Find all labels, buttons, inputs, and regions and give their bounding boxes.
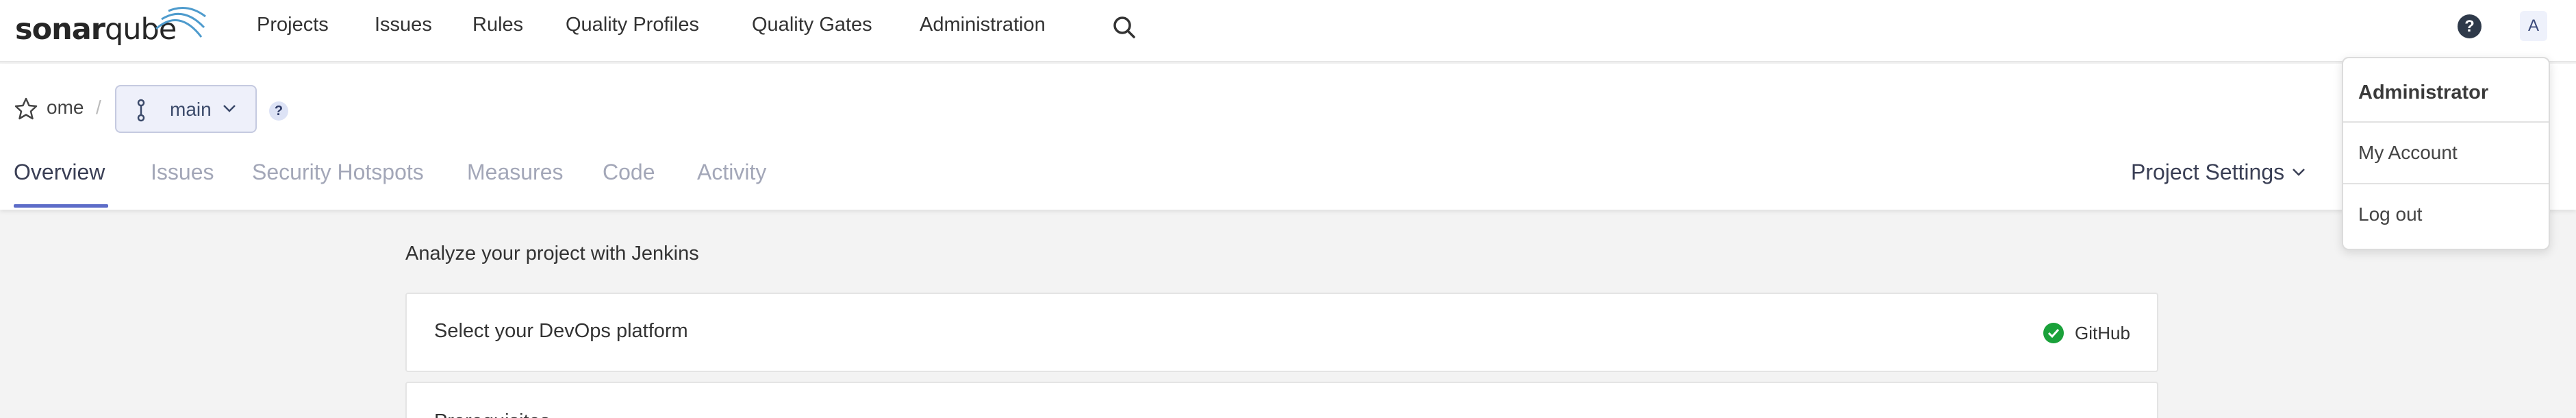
nav-administration[interactable]: Administration (920, 14, 1046, 36)
user-menu-header: Administrator (2358, 82, 2489, 103)
chevron-down-icon[interactable] (2291, 165, 2306, 179)
devops-selected-platform: GitHub (2075, 323, 2130, 343)
active-tab-indicator (14, 204, 108, 208)
breadcrumb-separator: / (96, 97, 101, 118)
chevron-down-icon (223, 105, 236, 112)
project-header: ome / main ? Overview Issues Security Ho… (0, 64, 2576, 210)
tab-security-hotspots[interactable]: Security Hotspots (252, 160, 424, 185)
prerequisites-card[interactable]: Prerequisites (405, 382, 2158, 418)
branch-label: main (170, 99, 212, 120)
branch-selector[interactable]: main (115, 85, 257, 133)
nav-rules[interactable]: Rules (472, 14, 523, 36)
global-navigation: sonarqube Projects Issues Rules Quality … (0, 0, 2576, 62)
nav-quality-gates[interactable]: Quality Gates (752, 14, 872, 36)
avatar[interactable]: A (2520, 11, 2547, 41)
branch-help-icon[interactable]: ? (269, 101, 288, 121)
logo-waves-icon (155, 7, 206, 38)
nav-projects[interactable]: Projects (257, 14, 329, 36)
devops-card-title: Select your DevOps platform (434, 320, 688, 342)
search-icon[interactable] (1111, 14, 1138, 41)
tab-measures[interactable]: Measures (467, 160, 564, 185)
tab-activity[interactable]: Activity (697, 160, 766, 185)
check-circle-icon (2043, 323, 2064, 343)
divider (2343, 121, 2549, 123)
project-settings-menu[interactable]: Project Settings (2131, 160, 2284, 185)
help-icon[interactable]: ? (2458, 14, 2482, 38)
tab-code[interactable]: Code (603, 160, 655, 185)
tab-issues[interactable]: Issues (151, 160, 214, 185)
nav-issues[interactable]: Issues (375, 14, 432, 36)
branch-icon (137, 99, 145, 122)
tab-overview[interactable]: Overview (14, 160, 105, 185)
prerequisites-card-title: Prerequisites (434, 410, 550, 418)
project-name[interactable]: ome (47, 97, 84, 119)
devops-platform-card[interactable]: Select your DevOps platform GitHub (405, 293, 2158, 372)
user-menu-dropdown: Administrator My Account Log out (2342, 57, 2550, 250)
my-account-link[interactable]: My Account (2358, 142, 2458, 164)
logo-text-bold: sonar (15, 12, 105, 47)
nav-quality-profiles[interactable]: Quality Profiles (566, 14, 699, 36)
page-title: Analyze your project with Jenkins (405, 243, 699, 265)
favorite-star-icon[interactable] (14, 97, 38, 121)
divider (2343, 183, 2549, 184)
log-out-link[interactable]: Log out (2358, 204, 2422, 225)
